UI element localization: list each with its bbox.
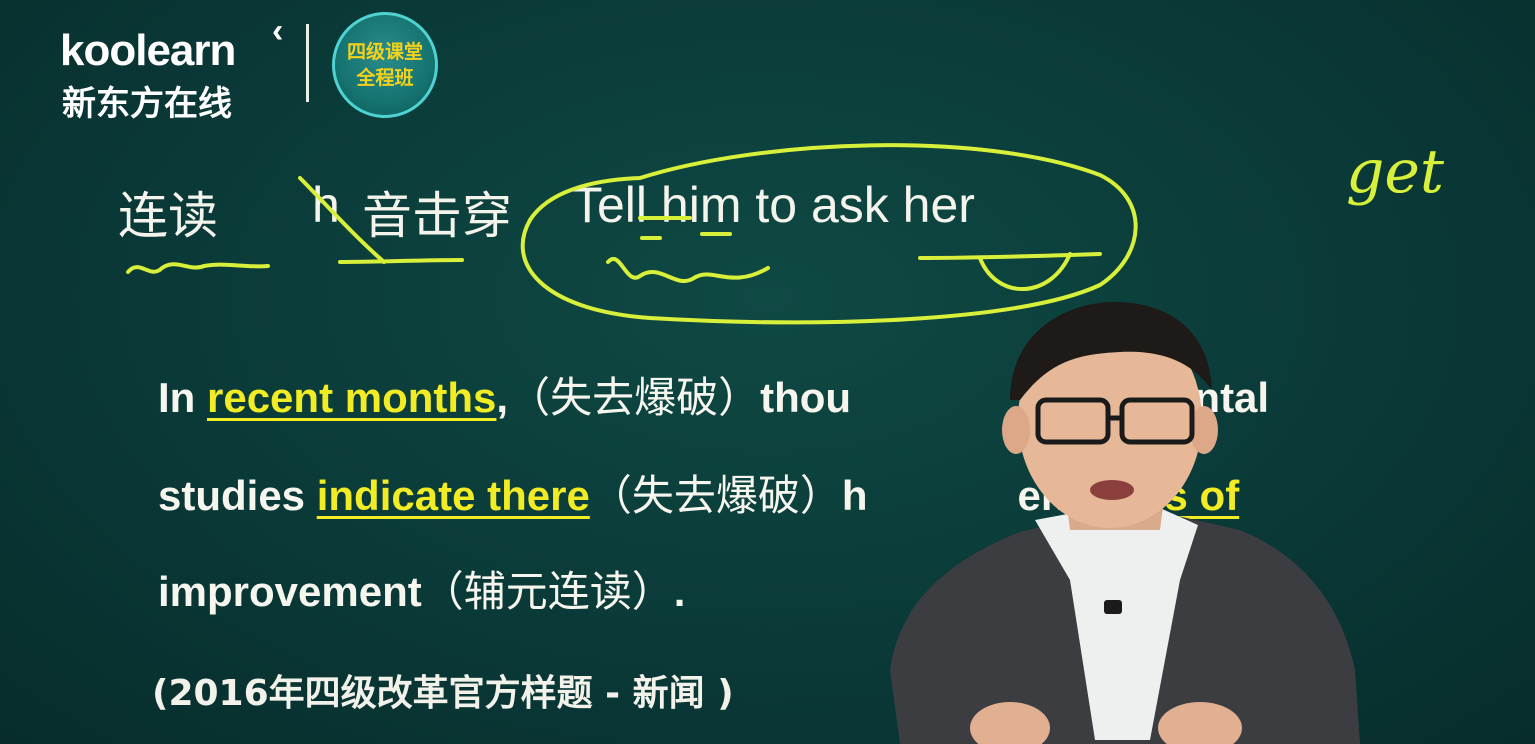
chevron-left-icon: ‹ [272, 12, 284, 50]
heading-liandu: 连读 [118, 187, 218, 245]
ear-left [1002, 406, 1030, 454]
brand-name-cn: 新东方在线 [62, 85, 232, 123]
highlight-recent-months: recent months [207, 374, 497, 421]
text: thou [760, 374, 852, 421]
annotation-consonant-vowel-linking: （辅元连读） [421, 567, 674, 616]
course-badge: 四级课堂 全程班 [332, 12, 438, 118]
text: . [673, 568, 686, 615]
handwritten-get: get [1346, 137, 1445, 207]
badge-line-1: 四级课堂 [346, 41, 423, 63]
highlight-indicate-there: indicate there [316, 472, 590, 519]
text: In [158, 374, 207, 421]
logo-divider [306, 24, 309, 102]
logo: koolearn ‹ 新东方在线 四级课堂 全程班 [60, 12, 480, 123]
lapel-mic [1104, 600, 1122, 614]
brand-name-en: koolearn [60, 26, 236, 75]
annotation-loss-of-plosion: （失去爆破） [589, 471, 842, 520]
presenter-figure [890, 301, 1360, 744]
text: studies [158, 472, 317, 519]
source-citation: (2016年四级改革官方样题 - 新闻 ) [152, 673, 734, 714]
paragraph-line-3: improvement（辅元连读）. [158, 558, 685, 619]
underline-ask-her [918, 252, 1102, 260]
text: improvement [158, 568, 422, 615]
heading-example-phrase: Tell him to ask her [572, 177, 975, 233]
heading-yin-jichuan: 音击穿 [362, 187, 512, 245]
mouth [1090, 480, 1134, 500]
underline-yin [338, 258, 464, 264]
heading-h: h [312, 177, 340, 233]
badge-line-2: 全程班 [356, 67, 414, 89]
squiggle-underline-liandu [126, 262, 270, 274]
annotation-loss-of-plosion: （失去爆破） [508, 373, 761, 422]
linking-wave [606, 257, 770, 283]
text: , [496, 374, 509, 421]
